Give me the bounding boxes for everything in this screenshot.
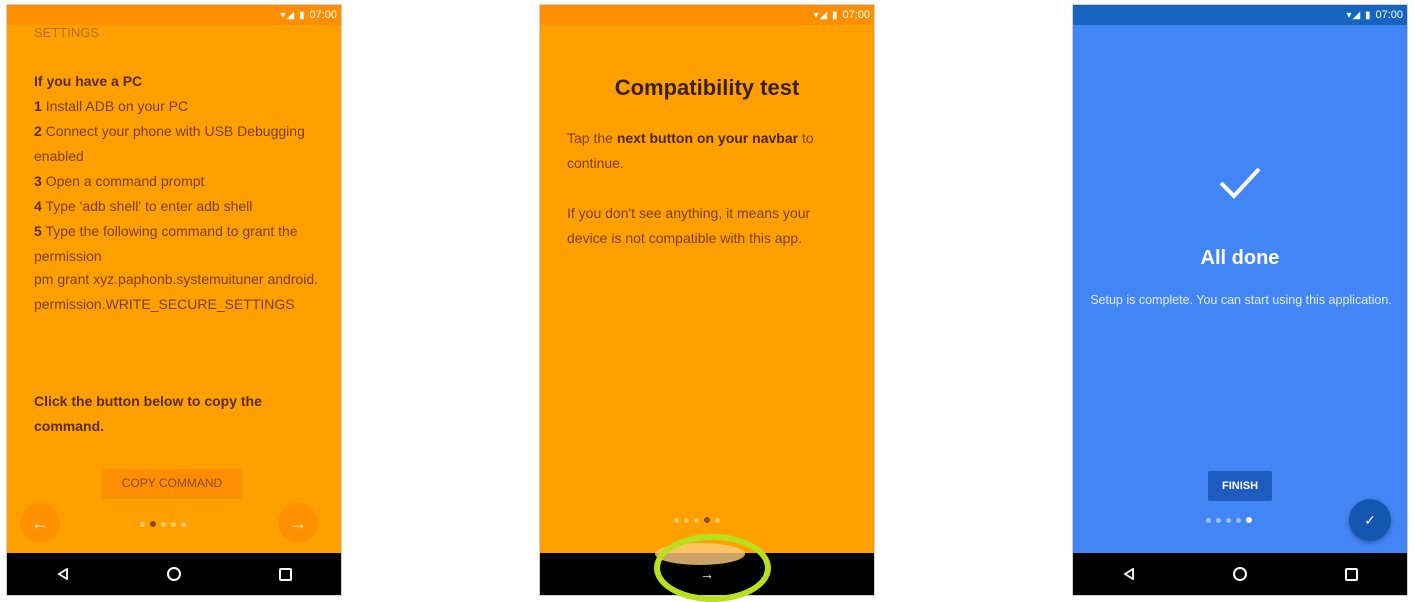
page-dot-active: [1246, 517, 1252, 523]
setup-screen-done: ▾◢ ▮ 07:00 All done Setup is complete. Y…: [1072, 4, 1408, 596]
page-dot: [1216, 517, 1221, 523]
prev-arrow-icon[interactable]: ←: [20, 503, 60, 543]
section-heading: If you have a PC: [34, 73, 143, 89]
setup-screen-adb: ▾◢ ▮ 07:00 SETTINGS If you have a PC 1 I…: [6, 4, 342, 596]
instruction-text: Tap the next button on your navbar to co…: [567, 130, 814, 171]
recent-apps-icon[interactable]: [1337, 567, 1365, 581]
page-dot: [161, 521, 166, 527]
page-dot: [1226, 517, 1231, 523]
page-dot: [171, 521, 176, 527]
finish-button[interactable]: FINISH: [1208, 471, 1272, 501]
done-check-icon[interactable]: ✓: [1349, 499, 1391, 541]
back-icon[interactable]: [1115, 568, 1143, 580]
setup-screen-compatibility: ▾◢ ▮ 07:00 Compatibility test Tap the ne…: [539, 4, 875, 596]
step-1: 1 Install ADB on your PC: [34, 98, 189, 114]
page-dot: [715, 517, 720, 523]
step-5: 5 Type the following command to grant th…: [34, 223, 298, 264]
step-2: 2 Connect your phone with USB Debugging …: [34, 123, 305, 164]
step-3: 3 Open a command prompt: [34, 173, 205, 189]
faded-heading: SETTINGS: [34, 25, 100, 40]
page-dot-active: [150, 521, 156, 527]
page-dot: [684, 517, 689, 523]
status-bar: ▾◢ ▮ 07:00: [7, 5, 341, 25]
page-indicator: [674, 517, 720, 523]
page-dot: [694, 517, 699, 523]
navigation-bar: [7, 553, 341, 595]
status-time: 07:00: [1375, 9, 1403, 21]
page-title: Compatibility test: [614, 75, 800, 100]
page-dot: [1236, 517, 1241, 523]
signal-battery-icons: ▾◢ ▮: [813, 9, 839, 21]
page-dot: [674, 517, 679, 523]
status-time: 07:00: [842, 9, 870, 21]
status-bar: ▾◢ ▮ 07:00: [540, 5, 874, 25]
signal-battery-icons: ▾◢ ▮: [280, 9, 306, 21]
home-icon[interactable]: [1226, 567, 1254, 581]
page-indicator: [140, 521, 186, 527]
step-4: 4 Type 'adb shell' to enter adb shell: [34, 198, 253, 214]
page-title: All done: [1200, 247, 1280, 269]
status-bar: ▾◢ ▮ 07:00: [1073, 5, 1407, 25]
page-dot: [181, 521, 186, 527]
completion-message: Setup is complete. You can start using t…: [1090, 293, 1392, 307]
adb-command-text: pm grant xyz.paphonb.systemuituner andro…: [34, 271, 319, 312]
home-icon[interactable]: [160, 567, 188, 581]
page-dot-active: [704, 517, 710, 523]
recent-apps-icon[interactable]: [271, 567, 299, 581]
status-time: 07:00: [309, 9, 337, 21]
signal-battery-icons: ▾◢ ▮: [1346, 9, 1372, 21]
copy-instruction: Click the button below to copy the comma…: [34, 393, 262, 434]
back-icon[interactable]: [49, 568, 77, 580]
copy-command-button[interactable]: COPY COMMAND: [103, 469, 241, 497]
page-indicator: [1206, 517, 1252, 523]
checkmark-icon: [1218, 165, 1262, 206]
page-dot: [140, 521, 145, 527]
highlight-ring: [654, 534, 771, 602]
page-dot: [1206, 517, 1211, 523]
next-arrow-icon[interactable]: →: [278, 503, 318, 543]
compatibility-note: If you don't see anything, it means your…: [567, 205, 811, 246]
navigation-bar: [1073, 553, 1407, 595]
